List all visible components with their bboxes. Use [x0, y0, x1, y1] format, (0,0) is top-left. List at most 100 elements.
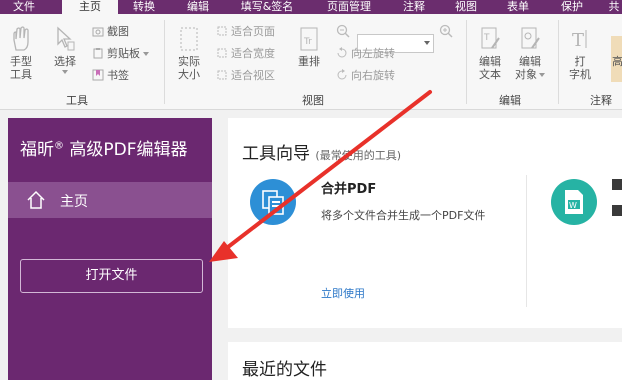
edit-object-label-2: 对象 — [512, 68, 548, 81]
fit-page-button[interactable]: 适合页面 — [216, 25, 275, 38]
actual-size-label-1: 实际 — [178, 55, 200, 68]
tool-guide-subtitle: (最常使用的工具) — [315, 149, 401, 162]
open-file-button[interactable]: 打开文件 — [20, 259, 203, 293]
tab-page-management[interactable]: 页面管理 — [318, 0, 380, 14]
reflow-icon: Tr — [300, 27, 318, 51]
fit-visible-icon — [217, 70, 227, 80]
edit-group-label: 编辑 — [499, 94, 521, 107]
rotate-right-icon — [337, 69, 347, 80]
merge-pdf-use-now-link[interactable]: 立即使用 — [321, 285, 365, 301]
tab-share[interactable]: 共 — [606, 0, 622, 14]
select-label: 选择 — [54, 55, 76, 68]
ribbon-separator — [558, 20, 559, 104]
sidebar-item-home[interactable]: 主页 — [8, 182, 212, 218]
fit-visible-label: 适合视区 — [231, 69, 275, 82]
bookmark-label: 书签 — [107, 69, 129, 82]
recent-files-panel: 最近的文件 — [228, 342, 622, 380]
zoom-dropdown-arrow-icon — [424, 41, 430, 45]
hand-icon — [13, 26, 29, 51]
merge-pdf-title: 合并PDF — [321, 182, 377, 197]
hand-tool-label-1: 手型 — [10, 55, 32, 68]
select-button[interactable]: 选择 — [50, 26, 80, 74]
typewriter-icon: T — [572, 30, 587, 51]
ribbon-separator — [164, 20, 165, 104]
edit-text-label-2: 文本 — [479, 68, 501, 81]
tab-fill-sign[interactable]: 填写&签名 — [232, 0, 302, 14]
comment-group-label: 注释 — [590, 94, 612, 107]
select-dropdown-arrow-icon — [62, 70, 68, 74]
zoom-in-icon[interactable] — [439, 24, 453, 38]
tools-group-label: 工具 — [66, 94, 88, 107]
edit-text-label-1: 编辑 — [479, 55, 501, 68]
rotate-right-button[interactable]: 向右旋转 — [336, 69, 395, 82]
reflow-button[interactable]: Tr 重排 — [294, 26, 324, 68]
screenshot-button[interactable]: 截图 — [92, 25, 129, 38]
sidebar-item-label: 主页 — [60, 194, 88, 210]
highlight-label: 高 — [612, 55, 622, 68]
merge-documents-icon — [262, 190, 284, 215]
view-group-label: 视图 — [302, 94, 324, 107]
fit-width-label: 适合宽度 — [231, 47, 275, 60]
clipboard-dropdown-icon[interactable] — [143, 52, 149, 56]
zoom-out-icon[interactable] — [336, 24, 350, 38]
actual-size-button[interactable]: 实际 大小 — [174, 26, 204, 81]
truncated-text-fragment — [612, 179, 622, 190]
rotate-right-label: 向右旋转 — [351, 69, 395, 82]
word-document-icon: W — [565, 190, 583, 214]
svg-text:T: T — [483, 33, 490, 43]
screenshot-label: 截图 — [107, 25, 129, 38]
tool-divider — [526, 175, 527, 307]
menu-tab-bar: 文件 主页 转换 编辑 填写&签名 页面管理 注释 视图 表单 保护 共 — [0, 0, 622, 14]
tab-protect[interactable]: 保护 — [554, 0, 590, 14]
second-tool-icon[interactable]: W — [551, 179, 597, 225]
edit-text-button[interactable]: T 编辑 文本 — [475, 26, 505, 81]
rotate-left-icon — [337, 47, 347, 58]
recent-files-title: 最近的文件 — [242, 360, 327, 380]
camera-icon — [92, 27, 104, 37]
edit-object-label-2-text: 对象 — [515, 68, 537, 81]
fit-width-icon — [217, 48, 227, 58]
typewriter-label-1: 打 — [574, 55, 586, 68]
actual-size-icon — [180, 27, 198, 51]
svg-text:Tr: Tr — [303, 37, 312, 47]
ribbon-toolbar: 手型 工具 选择 截图 剪贴板 书签 工具 实际 大小 适合页面 适合宽度 适合… — [0, 14, 622, 110]
fit-visible-button[interactable]: 适合视区 — [216, 69, 275, 82]
tab-home[interactable]: 主页 — [62, 0, 118, 14]
svg-text:T: T — [572, 30, 584, 51]
fit-width-button[interactable]: 适合宽度 — [216, 47, 275, 60]
truncated-text-fragment — [612, 205, 622, 216]
app-brand-title: 福昕® 高级PDF编辑器 — [20, 135, 188, 160]
bookmark-button[interactable]: 书签 — [92, 69, 129, 82]
registered-mark: ® — [54, 140, 64, 152]
edit-text-icon: T — [481, 27, 500, 49]
tab-file[interactable]: 文件 — [4, 0, 44, 14]
rotate-left-label: 向左旋转 — [351, 47, 395, 60]
edit-object-dropdown-icon[interactable] — [539, 73, 545, 77]
edit-object-label-1: 编辑 — [519, 55, 541, 68]
actual-size-label-2: 大小 — [178, 68, 200, 81]
clipboard-button[interactable]: 剪贴板 — [92, 47, 149, 60]
fit-page-label: 适合页面 — [231, 25, 275, 38]
tab-convert[interactable]: 转换 — [124, 0, 164, 14]
typewriter-label-2: 字机 — [569, 68, 591, 81]
tab-comment[interactable]: 注释 — [394, 0, 434, 14]
clipboard-label: 剪贴板 — [107, 47, 140, 60]
clipboard-icon — [93, 48, 103, 59]
ribbon-separator — [466, 20, 467, 104]
tool-guide-title: 工具向导 (最常使用的工具) — [242, 139, 401, 164]
merge-pdf-icon[interactable] — [250, 179, 296, 225]
svg-text:W: W — [569, 201, 577, 210]
edit-object-button[interactable]: 编辑 对象 — [512, 26, 548, 81]
tab-edit[interactable]: 编辑 — [178, 0, 218, 14]
edit-object-icon — [521, 27, 540, 49]
brand-name: 福昕 — [20, 140, 54, 160]
hand-tool-button[interactable]: 手型 工具 — [6, 26, 36, 81]
reflow-label: 重排 — [298, 55, 320, 68]
rotate-left-button[interactable]: 向左旋转 — [336, 47, 395, 60]
tab-view[interactable]: 视图 — [446, 0, 486, 14]
typewriter-button[interactable]: T 打 字机 — [566, 26, 594, 81]
tab-form[interactable]: 表单 — [500, 0, 536, 14]
foxit-editor-window: 文件 主页 转换 编辑 填写&签名 页面管理 注释 视图 表单 保护 共 手型 … — [0, 0, 622, 380]
hand-tool-label-2: 工具 — [10, 68, 32, 81]
merge-pdf-description: 将多个文件合并生成一个PDF文件 — [321, 209, 486, 222]
